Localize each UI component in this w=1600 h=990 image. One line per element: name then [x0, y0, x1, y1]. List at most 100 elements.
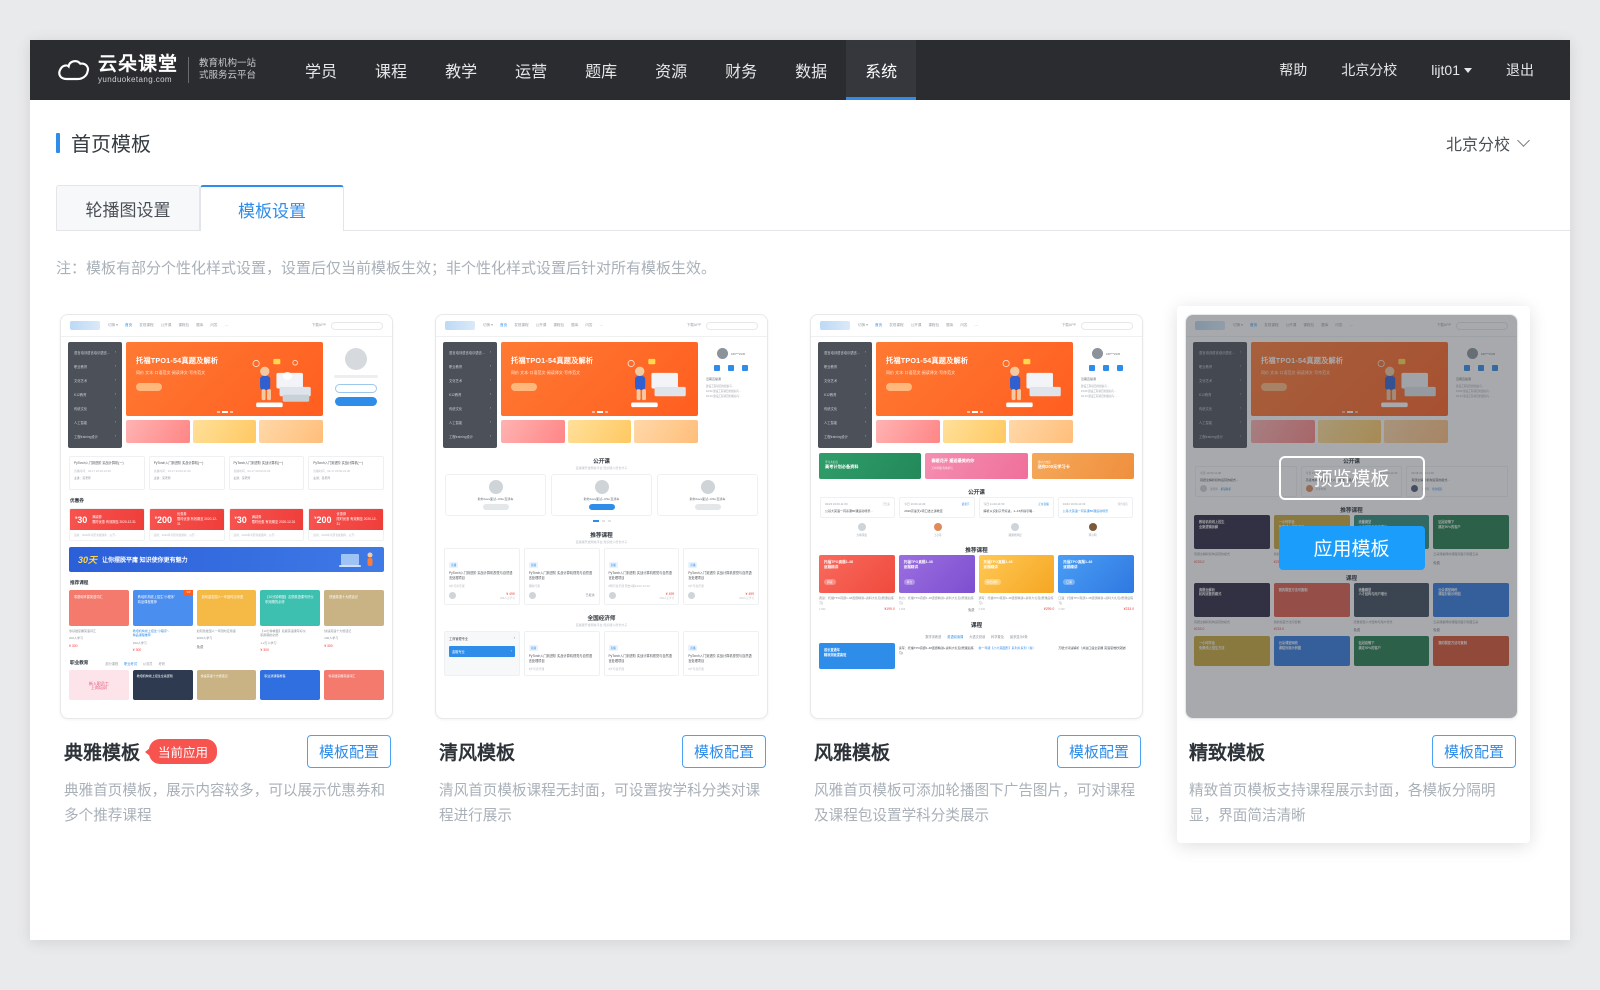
thumb-download-app: 下载APP	[312, 323, 326, 328]
thumb-nav-link: 问答	[210, 323, 217, 328]
thumb-hero-illustration	[614, 354, 692, 412]
chevron-down-icon	[1517, 134, 1530, 147]
template-card[interactable]: 切换 ▾ 首页 发现课程 公开课 课程包 题库 问答 ··· 下载APP	[802, 306, 1177, 843]
logo-tagline-line1: 教育机构一站	[199, 58, 256, 70]
thumb-nav-link: 公开课	[161, 323, 172, 328]
template-config-button[interactable]: 模板配置	[682, 735, 766, 768]
thumb-hero-illustration	[239, 354, 317, 412]
thumb-live-card: 04/23 10:00-11:00预约报名 公基大英语一同系课80课运动场景	[1058, 497, 1133, 518]
template-thumbnail[interactable]: 切换 ▾ 首页 发现课程 公开课 课程包 题库 问答 ··· 下载APP	[810, 314, 1143, 719]
thumb-promo-banner	[193, 420, 257, 443]
thumb-sidebar-item: 语言培训语言培训语言...›	[71, 346, 119, 358]
brand-logo[interactable]: 云朵课堂 yunduoketang.com 教育机构一站 式服务云平台	[56, 40, 256, 100]
nav-item-resources[interactable]: 资源	[636, 40, 706, 100]
preview-template-button[interactable]: 预览模板	[1279, 456, 1425, 500]
tab-bar: 轮播图设置 模板设置	[56, 185, 1570, 231]
apply-template-button[interactable]: 应用模板	[1279, 526, 1425, 570]
thumb-hero-button	[136, 383, 162, 391]
template-card[interactable]: 切换 ▾ 首页 发现课程 公开课 课程包 题库 问答 ··· 下载APP	[52, 306, 427, 843]
thumb-rec-card: 教培机构线上招生"小程序"精品课程推荐 VIP 教培机构线上招生"小程序"-精品…	[133, 590, 193, 652]
nav-item-operations[interactable]: 运营	[496, 40, 566, 100]
thumb-sidebar-item: 文化艺术›	[71, 374, 119, 386]
thumb-chip: 职业考试	[124, 661, 137, 666]
page-header: 首页模板 北京分校	[30, 100, 1570, 157]
user-name-label: lijt01	[1431, 62, 1460, 78]
thumb-teacher-card: 助你Java面试~Offer直通车	[551, 474, 652, 516]
thumb-live-card: 今日 11:20-11:50正在直播 解析从识别子开好进，1~15步指引略...	[979, 497, 1054, 518]
template-card[interactable]: 切换 ▾ 首页 发现课程 公开课 课程包 题库 问答 ··· 下载APP	[427, 306, 802, 843]
branch-link[interactable]: 北京分校	[1341, 60, 1397, 80]
thumb-rec-card: 【10分钟看图】名额英语课写好仪职用期的必修 【10分钟看图】名额英语课写好仪职…	[260, 590, 320, 652]
thumb-category-card: 工商管理专业 › 金融专业 ›	[444, 631, 520, 676]
tab-carousel-settings[interactable]: 轮播图设置	[56, 185, 200, 231]
thumb-sidebar-item: K12教育›	[71, 388, 119, 400]
template-config-button[interactable]: 模板配置	[1057, 735, 1141, 768]
thumb-rec-card: 零基础掌握英语词汇 零基础掌握英语词汇 200人学习 ¥ 300	[69, 590, 129, 652]
thumb-user-panel: 180***2345 近期直播课 建设工程项目的组织与...16:00 建设工程…	[702, 342, 760, 448]
template-name: 典雅模板	[64, 738, 140, 765]
thumb-rec-card: 托福TPO真题1-48逐题精讲 听力 听力：托福TPO真题1-48逐题精讲+资料…	[899, 555, 975, 612]
thumb-section-title: 公开课	[436, 457, 767, 465]
help-link[interactable]: 帮助	[1279, 60, 1307, 80]
thumb-sidebar-menu: 语言培训语言培训语言...› 职业教育› 文化艺术› K12教育› 传统文化› …	[68, 342, 122, 448]
nav-item-teaching[interactable]: 教学	[426, 40, 496, 100]
thumb-search-input	[1081, 322, 1133, 330]
thumb-site-nav: 切换 ▾ 首页 发现课程 公开课 课程包 题库 问答 ··· 下载APP	[436, 315, 767, 337]
nav-item-question-bank[interactable]: 题库	[566, 40, 636, 100]
branch-selector-label: 北京分校	[1446, 131, 1510, 155]
template-card-footer: 典雅模板 当前应用 模板配置 典雅首页模板，展示内容较多，可以展示优惠券和多个推…	[60, 735, 395, 829]
thumb-course-card: PyTorch入门到进阶 实战计算机(一) 直播时间：04-17 20:00-2…	[149, 456, 225, 490]
cloud-logo-icon	[56, 56, 92, 84]
thumb-chip: 公务员	[143, 661, 153, 666]
thumb-recommend-row: 零基础掌握英语词汇 零基础掌握英语词汇 200人学习 ¥ 300 教培机构线上招…	[61, 590, 392, 652]
nav-item-courses[interactable]: 课程	[356, 40, 426, 100]
thumb-rec-card: 托福TPO真题1-48逐题精讲 综合进阶 通写：托福TPO真题1-48逐题精讲+…	[979, 555, 1055, 612]
nav-item-data[interactable]: 数据	[776, 40, 846, 100]
current-applied-badge: 当前应用	[149, 739, 217, 764]
page-title-label: 首页模板	[71, 128, 151, 157]
thumb-coupon: ¥30 满减券限时优惠 有效期至 2020-12-31 适用：2020年考研专属…	[69, 508, 145, 541]
logout-link[interactable]: 退出	[1506, 60, 1534, 80]
template-card-footer: 清风模板 模板配置 清风首页模板课程无封面，可设置按学科分类对课程进行展示	[435, 735, 770, 829]
avatar	[345, 348, 367, 370]
nav-item-finance[interactable]: 财务	[706, 40, 776, 100]
thumb-blue-banner: 30天 让你摆脱平庸 知识使你更有魅力	[69, 547, 384, 572]
thumb-section-title: 推荐课程	[436, 531, 767, 539]
template-config-button[interactable]: 模板配置	[1432, 735, 1516, 768]
thumb-course-card: 直播 PyTorch入门到进阶 实战计算机视觉与自然语言处理项目 8岁与音乐课 …	[444, 548, 520, 605]
page-title: 首页模板	[56, 128, 151, 157]
main-nav-items: 学员 课程 教学 运营 题库 资源 财务 数据 系统	[286, 40, 916, 100]
thumb-hero-banner: 托福TPO1-54真题及解析 同价 文本·口语范文·阅读译文·写作范文	[501, 342, 698, 416]
nav-item-system[interactable]: 系统	[846, 40, 916, 100]
template-config-button[interactable]: 模板配置	[307, 735, 391, 768]
template-thumbnail[interactable]: 切换 ▾ 首页 发现课程 公开课 课程包 题库 问答 ··· 下载APP	[1185, 314, 1518, 719]
thumb-promo-banner	[126, 420, 190, 443]
thumb-nav-link: 切换 ▾	[108, 323, 118, 328]
logo-tagline-line2: 式服务云平台	[199, 70, 256, 82]
tab-template-settings[interactable]: 模板设置	[200, 185, 344, 231]
app-window: 云朵课堂 yunduoketang.com 教育机构一站 式服务云平台 学员 课…	[30, 40, 1570, 940]
thumb-hero-dots	[217, 411, 233, 413]
thumb-promo-row	[126, 420, 323, 443]
template-thumbnail[interactable]: 切换 ▾ 首页 发现课程 公开课 课程包 题库 问答 ··· 下载APP	[435, 314, 768, 719]
thumb-section-title: 优惠券	[70, 498, 392, 504]
user-menu[interactable]: lijt01	[1431, 62, 1472, 78]
thumb-hero-banner: 托福TPO1-54真题及解析 同价 文本·口语范文·阅读译文·写作范文	[876, 342, 1073, 416]
thumb-section-title: 公开课	[811, 488, 1142, 496]
thumb-search-input	[706, 322, 758, 330]
template-card[interactable]: 切换 ▾ 首页 发现课程 公开课 课程包 题库 问答 ··· 下载APP	[1177, 306, 1552, 843]
thumb-section-title: 课程	[811, 621, 1142, 629]
thumb-site-nav: 切换 ▾ 首页 发现课程 公开课 课程包 题库 问答 ··· 下载APP	[61, 315, 392, 337]
thumb-section-title: 推荐课程	[70, 580, 392, 586]
thumb-live-card: 04/23 10:00-11:00已结束 公基大英语一同系课80课运动场景...	[820, 497, 895, 518]
nav-item-students[interactable]: 学员	[286, 40, 356, 100]
thumb-logo-icon	[445, 321, 475, 330]
thumb-user-panel: 180***2345 近期直播课 建设工程项目的组织与...16:00 建设工程…	[1077, 342, 1135, 448]
thumb-course-card: 直播 PyTorch入门到进阶 实战计算机视觉与自然语言处理项目 理财行课 已报…	[524, 548, 600, 605]
thumb-sidebar-item: 职业教育›	[71, 360, 119, 372]
thumb-nav-link: 发现课程	[139, 323, 153, 328]
logo-name: 云朵课堂	[98, 55, 178, 75]
branch-selector[interactable]: 北京分校	[1446, 131, 1528, 155]
thumb-register-button	[335, 397, 377, 406]
template-thumbnail[interactable]: 切换 ▾ 首页 发现课程 公开课 课程包 题库 问答 ··· 下载APP	[60, 314, 393, 719]
